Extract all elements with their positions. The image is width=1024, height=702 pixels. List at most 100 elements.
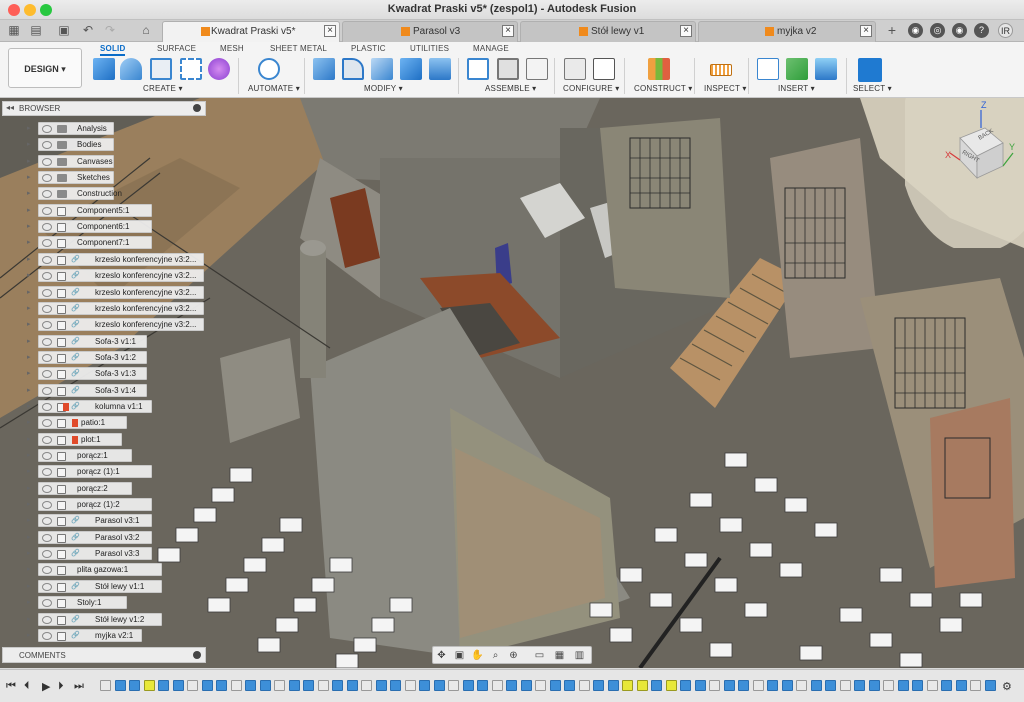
browser-item[interactable]: ▸ 🔗 Sofa-3 v1:4	[27, 383, 147, 397]
timeline-feature[interactable]	[129, 680, 140, 691]
tab-plastic[interactable]: PLASTIC	[351, 44, 386, 53]
close-tab-icon[interactable]: ×	[324, 25, 336, 37]
timeline-feature[interactable]	[955, 680, 967, 691]
visibility-eye-icon[interactable]	[42, 223, 52, 232]
visibility-eye-icon[interactable]	[42, 550, 52, 559]
pan-icon[interactable]: ✋	[471, 649, 484, 662]
go-to-end-icon[interactable]: ⏭	[74, 680, 84, 693]
configure-menu[interactable]: CONFIGURE ▾	[563, 84, 619, 93]
extensions-icon[interactable]: ◉	[908, 23, 923, 38]
browser-item[interactable]: ▸ Analysis	[27, 122, 114, 135]
browser-item[interactable]: ▸ 🔗 Sofa-3 v1:2	[27, 350, 147, 364]
expand-arrow-icon[interactable]: ▸	[27, 631, 33, 641]
expand-arrow-icon[interactable]: ▸	[27, 222, 33, 232]
tab-mesh[interactable]: MESH	[220, 44, 244, 53]
expand-arrow-icon[interactable]: ▸	[27, 255, 33, 265]
insert-image-icon[interactable]	[815, 58, 837, 80]
visibility-eye-icon[interactable]	[42, 141, 52, 150]
select-menu[interactable]: SELECT ▾	[853, 84, 892, 93]
timeline-feature[interactable]	[259, 680, 271, 691]
job-status-icon[interactable]: ◎	[930, 23, 945, 38]
visibility-eye-icon[interactable]	[42, 337, 52, 346]
tab-kwadrat-praski[interactable]: Kwadrat Praski v5* ×	[162, 21, 340, 42]
browser-item[interactable]: ▸ 🔗 Parasol v3:1	[27, 514, 152, 528]
timeline-feature[interactable]	[274, 680, 285, 691]
assemble-menu[interactable]: ASSEMBLE ▾	[485, 84, 536, 93]
orbit-icon[interactable]: ✥	[435, 649, 448, 662]
timeline-feature[interactable]	[636, 680, 648, 691]
expand-arrow-icon[interactable]: ▸	[27, 288, 33, 298]
press-pull-icon[interactable]	[313, 58, 335, 80]
visibility-eye-icon[interactable]	[42, 174, 52, 183]
step-forward-icon[interactable]: ⏵	[58, 680, 64, 693]
expand-arrow-icon[interactable]: ▸	[27, 304, 33, 314]
automate-menu[interactable]: AUTOMATE ▾	[248, 84, 300, 93]
go-to-start-icon[interactable]: ⏮	[6, 680, 16, 693]
timeline-feature[interactable]	[549, 680, 561, 691]
expand-arrow-icon[interactable]: ▸	[27, 271, 33, 281]
combine-icon[interactable]	[400, 58, 422, 80]
zoom-window-icon[interactable]: ⊕	[507, 649, 520, 662]
browser-item[interactable]: ▸ 🔗 krzeslo konferencyjne v3:2...	[27, 301, 204, 315]
visibility-eye-icon[interactable]	[42, 435, 52, 444]
expand-arrow-icon[interactable]: ▸	[27, 467, 33, 477]
tab-manage[interactable]: MANAGE	[473, 44, 509, 53]
close-tab-icon[interactable]: ×	[680, 25, 692, 37]
timeline-feature[interactable]	[738, 680, 749, 691]
browser-item[interactable]: ▸ Canvases	[27, 154, 114, 168]
visibility-eye-icon[interactable]	[42, 288, 52, 297]
insert-derive-icon[interactable]	[757, 58, 779, 80]
modify-move-icon[interactable]	[429, 58, 451, 80]
expand-arrow-icon[interactable]: ▸	[27, 582, 33, 592]
grid-settings-icon[interactable]: ▦	[553, 649, 566, 662]
timeline-feature[interactable]	[506, 680, 517, 691]
expand-arrow-icon[interactable]: ▸	[27, 435, 33, 445]
timeline-feature[interactable]	[288, 680, 300, 691]
viewcube[interactable]: Z X Y BACK RIGHT	[899, 33, 1024, 253]
timeline-feature[interactable]	[187, 680, 198, 691]
visibility-eye-icon[interactable]	[42, 125, 52, 133]
browser-item[interactable]: ▸ 🔗 Parasol v3:3	[27, 547, 152, 561]
browser-item[interactable]: ▸ 🔗 krzeslo konferencyjne v3:2...	[27, 318, 204, 332]
timeline-feature[interactable]	[100, 680, 111, 691]
visibility-eye-icon[interactable]	[42, 419, 52, 428]
timeline-feature[interactable]	[216, 680, 227, 691]
expand-arrow-icon[interactable]: ▸	[27, 516, 33, 526]
tab-utilities[interactable]: UTILITIES	[410, 44, 449, 53]
configuration-table-icon[interactable]	[593, 58, 615, 80]
close-tab-icon[interactable]: ×	[502, 25, 514, 37]
browser-item[interactable]: ▸ porącz:1	[27, 449, 132, 462]
look-at-icon[interactable]: ▣	[453, 649, 466, 662]
visibility-eye-icon[interactable]	[42, 239, 52, 248]
file-menu-icon[interactable]: ▤	[28, 23, 44, 38]
timeline-feature[interactable]	[883, 680, 894, 691]
timeline-feature[interactable]	[723, 680, 735, 691]
browser-item[interactable]: ▸ porącz:2	[27, 481, 132, 495]
tab-sheet-metal[interactable]: SHEET METAL	[270, 44, 327, 53]
visibility-eye-icon[interactable]	[42, 255, 52, 264]
expand-arrow-icon[interactable]: ▸	[27, 140, 33, 150]
browser-item[interactable]: ▸ 🔗 Stół lewy v1:1	[27, 579, 162, 593]
new-tab-icon[interactable]: +	[884, 23, 900, 38]
timeline-feature[interactable]	[535, 680, 546, 691]
browser-item[interactable]: ▸ 🔗 Stół lewy v1:2	[27, 612, 162, 626]
browser-item[interactable]: ▸ 🔗 Parasol v3:2	[27, 530, 152, 544]
timeline-feature[interactable]	[303, 680, 314, 691]
browser-panel-header[interactable]: ◂◂ BROWSER	[2, 101, 206, 116]
visibility-eye-icon[interactable]	[42, 386, 52, 395]
as-built-joint-icon[interactable]	[526, 58, 548, 80]
new-component-assemble-icon[interactable]	[467, 58, 489, 80]
timeline-feature[interactable]	[593, 680, 604, 691]
visibility-eye-icon[interactable]	[42, 272, 52, 281]
visibility-eye-icon[interactable]	[42, 370, 52, 379]
comments-panel-header[interactable]: COMMENTS	[2, 647, 206, 663]
browser-item[interactable]: ▸ Component6:1	[27, 220, 152, 234]
timeline-feature[interactable]	[491, 680, 503, 691]
fillet-icon[interactable]	[342, 58, 364, 80]
timeline-feature[interactable]	[520, 680, 532, 691]
visibility-eye-icon[interactable]	[42, 517, 52, 526]
timeline-settings-icon[interactable]: ⚙	[1002, 680, 1012, 693]
play-icon[interactable]: ▶	[42, 680, 50, 693]
joint-icon[interactable]	[497, 58, 519, 80]
expand-arrow-icon[interactable]: ▸	[27, 418, 33, 428]
